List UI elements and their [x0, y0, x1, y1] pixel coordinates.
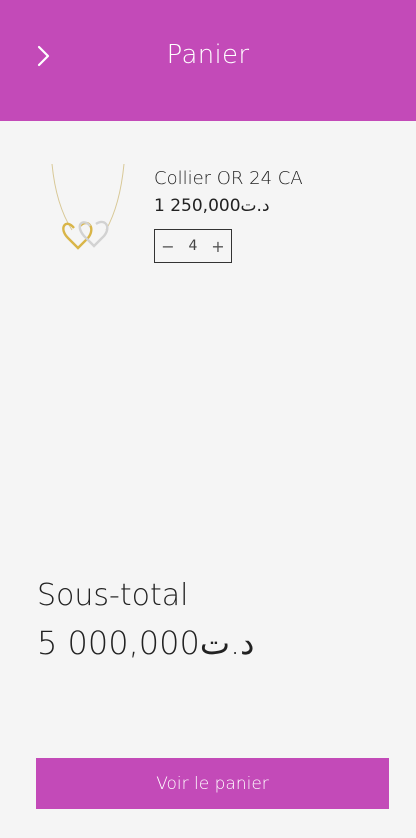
- page-title: Panier: [166, 40, 250, 70]
- item-name[interactable]: Collier OR 24 CA: [154, 168, 303, 189]
- cart-header: Panier: [0, 0, 416, 121]
- quantity-value[interactable]: 4: [181, 238, 205, 254]
- quantity-stepper: − 4 +: [154, 229, 232, 263]
- cart-item: Collier OR 24 CA 1 250,000د.ت − 4 +: [44, 160, 384, 270]
- decrement-button[interactable]: −: [155, 230, 181, 262]
- item-price: 1 250,000د.ت: [154, 196, 270, 216]
- subtotal-label: Sous-total: [37, 578, 189, 613]
- increment-button[interactable]: +: [205, 230, 231, 262]
- double-heart-necklace-image: [51, 163, 125, 250]
- view-cart-button[interactable]: Voir le panier: [36, 758, 389, 809]
- product-thumbnail[interactable]: [44, 160, 132, 260]
- subtotal-value: 5 000,000د.ت: [37, 624, 255, 662]
